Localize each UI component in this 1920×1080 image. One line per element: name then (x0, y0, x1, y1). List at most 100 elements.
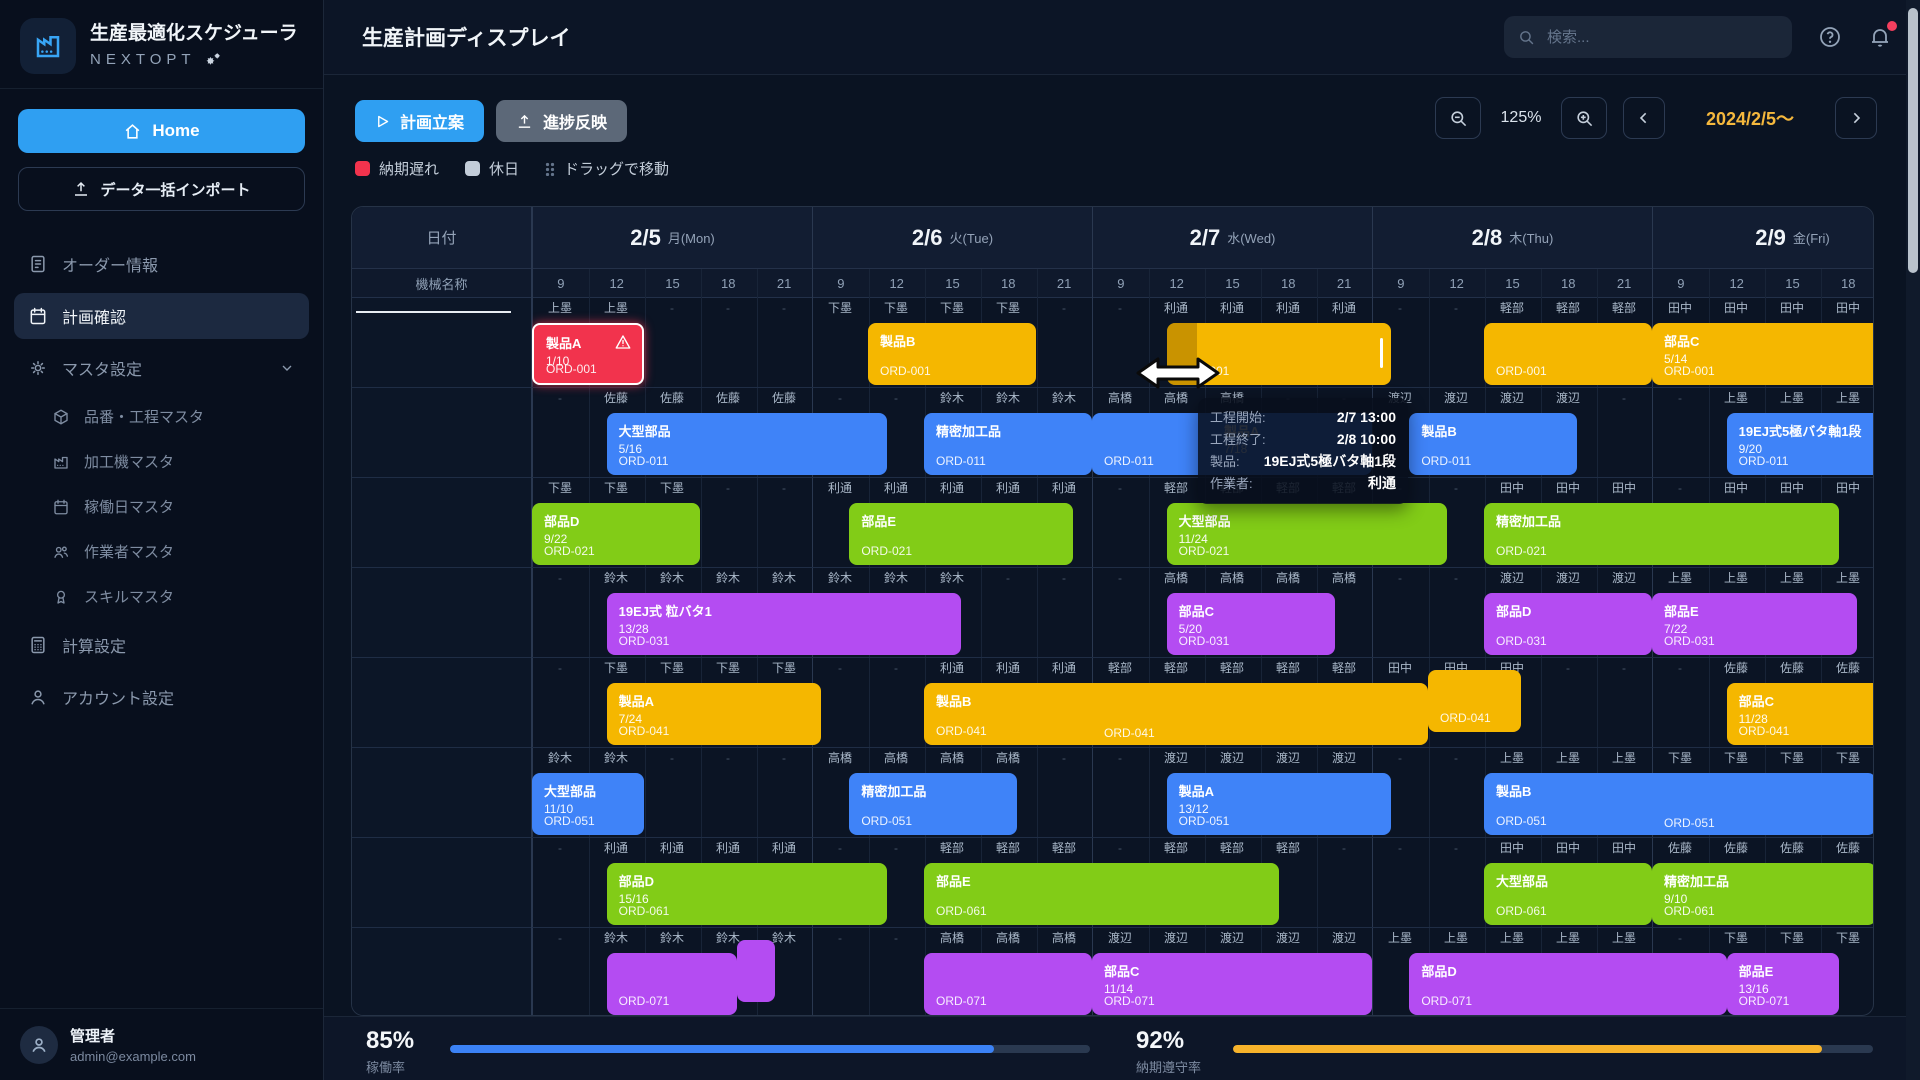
bar-product: 大型部品 (619, 421, 875, 440)
bar-product: 部品C (1739, 691, 1874, 710)
help-button[interactable] (1818, 25, 1842, 49)
gantt-bar-ORD-051[interactable]: 大型部品11/10ORD-051 (532, 773, 644, 835)
sidebar-item-label: 計算設定 (62, 633, 126, 657)
warning-icon (614, 333, 632, 351)
zoom-level: 125% (1497, 109, 1545, 127)
vertical-scrollbar[interactable] (1906, 0, 1920, 1080)
gantt-bar-ORD-021[interactable]: 部品EORD-021 (849, 503, 1073, 565)
worker-slot: 田中 (1540, 478, 1596, 500)
sidebar-item-オーダー情報[interactable]: オーダー情報 (14, 241, 309, 287)
sidebar-item-計算設定[interactable]: 計算設定 (14, 622, 309, 668)
sidebar-item-スキルマスタ[interactable]: スキルマスタ (40, 577, 309, 616)
worker-slot: 下墨 (812, 298, 868, 320)
machine-name-cell[interactable] (352, 388, 531, 478)
prev-week-button[interactable] (1623, 97, 1665, 139)
search-box[interactable] (1504, 16, 1792, 58)
bar-product: 製品A (619, 691, 810, 710)
sidebar-item-作業者マスタ[interactable]: 作業者マスタ (40, 532, 309, 571)
gantt-bar-ORD-031[interactable]: 部品C5/20ORD-031 (1167, 593, 1335, 655)
machine-name-cell[interactable] (352, 748, 531, 838)
scrollbar-thumb[interactable] (1908, 8, 1918, 273)
gantt-bar-ORD-011[interactable]: 19EJ式5極バタ軸1段9/20ORD-011 (1727, 413, 1874, 475)
next-week-button[interactable] (1835, 97, 1877, 139)
bulk-import-button[interactable]: データ一括インポート (18, 167, 305, 211)
gantt-bar-ORD-071[interactable]: 部品DORD-071 (1409, 953, 1726, 1015)
plan-create-button[interactable]: 計画立案 (355, 100, 484, 142)
sidebar-item-品番・工程マスタ[interactable]: 品番・工程マスタ (40, 397, 309, 436)
machine-name-cell[interactable] (352, 838, 531, 928)
tooltip-value: 19EJ式5極バタ軸1段 (1264, 451, 1396, 471)
process-tooltip: 工程開始:2/7 13:00工程終了:2/8 10:00製品:19EJ式5極バタ… (1198, 398, 1408, 504)
worker-slot: 田中 (1596, 838, 1652, 860)
worker-slot: 下墨 (644, 478, 700, 500)
home-button[interactable]: Home (18, 109, 305, 153)
gantt-bar-ORD-051[interactable]: 製品A13/12ORD-051 (1167, 773, 1391, 835)
gantt-bar-ORD-031[interactable]: 部品E7/22ORD-031 (1652, 593, 1857, 655)
day-header: 2/8木(Thu) (1373, 207, 1652, 269)
utilization-value: 85% (366, 1027, 414, 1055)
worker-slot: 上墨 (1428, 928, 1484, 950)
gantt-bar-ORD-071[interactable]: 部品E13/16ORD-071 (1727, 953, 1839, 1015)
gantt-bar-ORD-021[interactable]: 精密加工品ORD-021 (1484, 503, 1839, 565)
gantt-bar-ORD-021[interactable]: 部品D9/22ORD-021 (532, 503, 700, 565)
gantt-bar-ORD-061[interactable]: 部品EORD-061 (924, 863, 1279, 925)
gantt-bar-ORD-011[interactable]: 精密加工品ORD-011 (924, 413, 1092, 475)
worker-slot: 利通 (868, 478, 924, 500)
sidebar-item-label: アカウント設定 (62, 685, 174, 709)
search-input[interactable] (1545, 28, 1778, 47)
gantt-bar-ORD-041[interactable]: ORD-041 (1428, 670, 1521, 732)
app-logo: 生産最適化スケジューラ NEXTOPT (0, 0, 323, 89)
document-icon (28, 254, 48, 274)
machine-name-cell[interactable] (352, 478, 531, 568)
gantt-bar-ORD-061[interactable]: 部品D15/16ORD-061 (607, 863, 887, 925)
sidebar-item-加工機マスタ[interactable]: 加工機マスタ (40, 442, 309, 481)
gantt-bar-ORD-041[interactable]: 部品C11/28ORD-041 (1727, 683, 1874, 745)
worker-slot: 田中 (1596, 478, 1652, 500)
notifications-button[interactable] (1868, 25, 1892, 49)
gantt-bar-ORD-011[interactable]: 大型部品5/16ORD-011 (607, 413, 887, 475)
bar-order-id: ORD-011 (619, 454, 669, 468)
zoom-out-button[interactable] (1435, 97, 1481, 139)
worker-slot: 渡辺 (1260, 748, 1316, 770)
gantt-bar-ORD-001[interactable]: ORD-001 (1484, 323, 1652, 385)
gantt-bar-ORD-041[interactable]: 製品A7/24ORD-041 (607, 683, 822, 745)
worker-slot: 田中 (1764, 478, 1820, 500)
gantt-bar-ORD-061[interactable]: 大型部品ORD-061 (1484, 863, 1652, 925)
gantt-bar-ORD-071[interactable]: ORD-071 (924, 953, 1092, 1015)
zoom-in-button[interactable] (1561, 97, 1607, 139)
worker-slot: 佐藤 (1820, 658, 1874, 680)
progress-reflect-button[interactable]: 進捗反映 (496, 100, 627, 142)
machine-name-cell[interactable] (352, 298, 531, 388)
sidebar-item-計画確認[interactable]: 計画確認 (14, 293, 309, 339)
worker-slot: - (700, 748, 756, 770)
gantt-bar-ORD-061[interactable]: 精密加工品9/10ORD-061 (1652, 863, 1874, 925)
gantt-bar-ORD-001[interactable]: 製品BORD-001 (868, 323, 1036, 385)
gantt-bar-ORD-051[interactable]: 精密加工品ORD-051 (849, 773, 1017, 835)
gantt-bar-ORD-071[interactable]: 部品C11/14ORD-071 (1092, 953, 1372, 1015)
gantt-bar-ORD-001[interactable]: 製品A1/10ORD-001 (532, 323, 644, 385)
gantt-bar-ORD-011[interactable]: 製品BORD-011 (1409, 413, 1577, 475)
worker-slot: 高橋 (1260, 568, 1316, 590)
gantt-bar-ORD-041[interactable]: 製品BORD-041 (924, 683, 1428, 745)
gantt-bar-ORD-031[interactable]: 19EJ式 粒バタ113/28ORD-031 (607, 593, 962, 655)
worker-slot: - (532, 388, 588, 410)
gantt-bar-ORD-021[interactable]: 大型部品11/24ORD-021 (1167, 503, 1447, 565)
machine-name-cell[interactable] (352, 568, 531, 658)
account-footer[interactable]: 管理者 admin@example.com (0, 1008, 323, 1080)
gantt-bar-ORD-071[interactable]: ORD-071 (607, 953, 738, 1015)
sidebar-item-稼働日マスタ[interactable]: 稼働日マスタ (40, 487, 309, 526)
utilization-label: 稼働率 (366, 1057, 405, 1076)
sidebar-item-アカウント設定[interactable]: アカウント設定 (14, 674, 309, 720)
sidebar-item-マスタ設定[interactable]: マスタ設定 (14, 345, 309, 391)
machine-name-cell[interactable] (352, 658, 531, 748)
worker-slot: - (868, 838, 924, 860)
bar-resize-handle[interactable] (1380, 338, 1383, 368)
gantt-bar[interactable] (737, 940, 774, 1002)
gantt-bar-ORD-031[interactable]: 部品DORD-031 (1484, 593, 1652, 655)
machine-name-cell[interactable] (352, 928, 531, 1016)
sidebar-item-label: 作業者マスタ (84, 541, 174, 562)
bar-order-id: ORD-041 (1739, 724, 1790, 738)
worker-slot: 利通 (980, 478, 1036, 500)
gantt-bar-ORD-001[interactable]: 部品C5/14ORD-001 (1652, 323, 1874, 385)
legend-swatch (465, 161, 480, 176)
